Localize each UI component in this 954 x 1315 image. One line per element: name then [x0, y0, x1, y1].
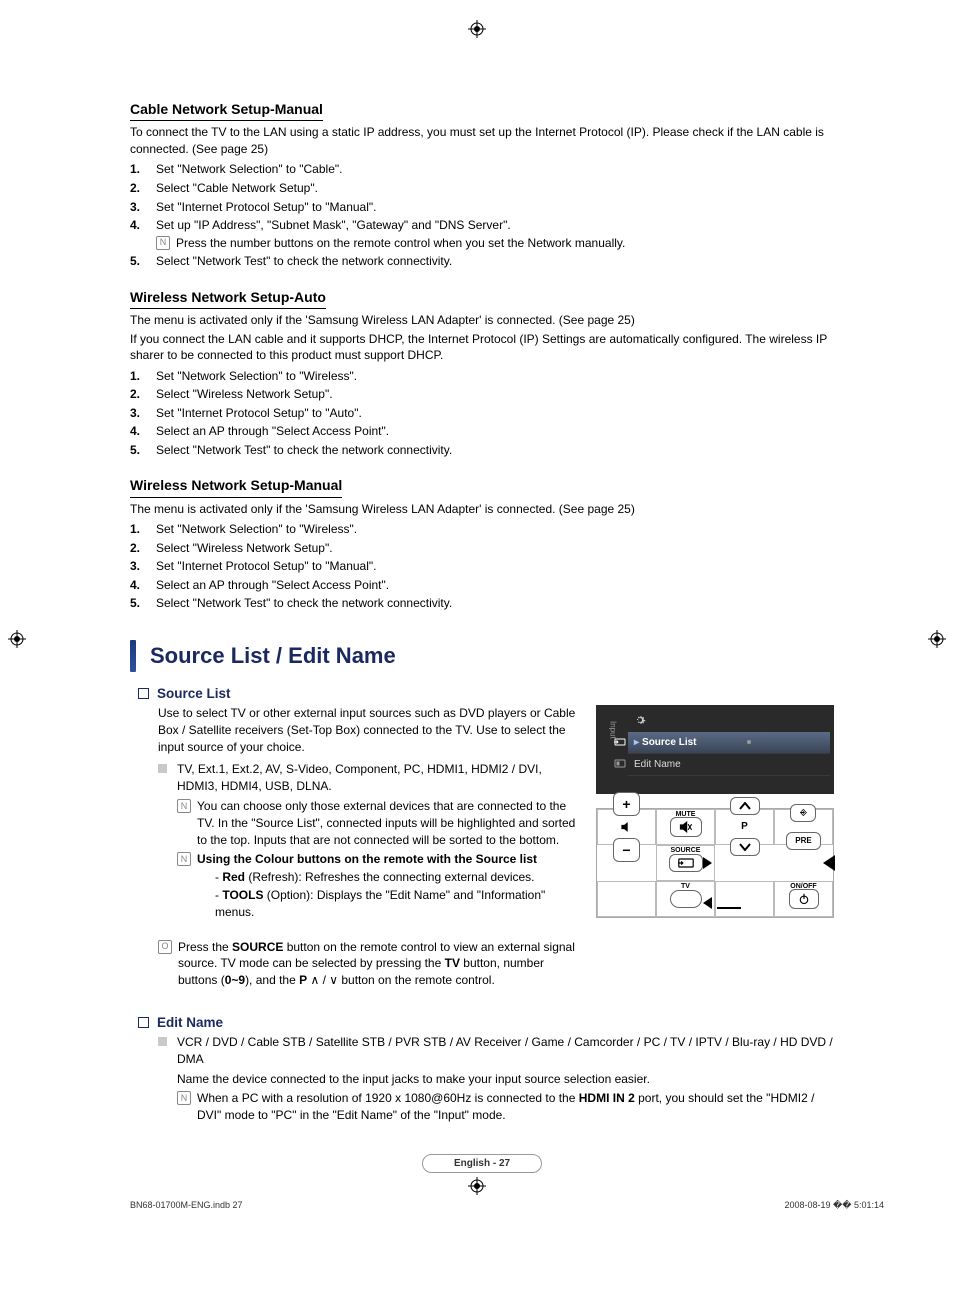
- volume-icon: [620, 822, 634, 832]
- osd-screenshot: Input ▸Source List Edit N: [596, 705, 834, 794]
- osd-row-source-list: Source List: [642, 737, 696, 748]
- section-title-cable-manual: Cable Network Setup-Manual: [130, 100, 323, 121]
- square-bullet-icon: [158, 764, 167, 773]
- section-title-wireless-auto: Wireless Network Setup-Auto: [130, 288, 326, 309]
- edit-name-note: When a PC with a resolution of 1920 x 10…: [197, 1090, 834, 1124]
- note-icon: N: [177, 852, 191, 866]
- remote-instruction: Press the SOURCE button on the remote co…: [178, 939, 578, 989]
- footer-timestamp: 2008-08-19 �� 5:01:14: [784, 1200, 884, 1211]
- arrow-left-icon: [703, 897, 712, 909]
- remote-icon: O: [158, 940, 172, 954]
- section-intro: If you connect the LAN cable and it supp…: [130, 331, 834, 364]
- p-label: P: [741, 821, 748, 832]
- mute-button: [670, 817, 702, 837]
- osd-row-edit-name: Edit Name: [634, 759, 681, 770]
- volume-up-button: +: [613, 792, 639, 816]
- section-title-wireless-manual: Wireless Network Setup-Manual: [130, 476, 342, 497]
- step-text: Select "Network Test" to check the netwo…: [156, 595, 834, 612]
- sub-heading-edit-name: Edit Name: [157, 1015, 223, 1030]
- note-icon: N: [177, 799, 191, 813]
- source-list-intro: Use to select TV or other external input…: [158, 705, 578, 755]
- step-text: Select "Wireless Network Setup".: [156, 386, 834, 403]
- channel-up-button: [730, 797, 760, 815]
- square-bullet-icon: [138, 1017, 149, 1028]
- input-icon: [614, 737, 626, 747]
- step-text: Set "Internet Protocol Setup" to "Manual…: [156, 199, 834, 216]
- edit-name-devices: VCR / DVD / Cable STB / Satellite STB / …: [177, 1035, 833, 1066]
- source-list-note1: You can choose only those external devic…: [197, 798, 578, 848]
- registration-mark-icon: [468, 20, 486, 38]
- registration-mark-icon: [928, 630, 946, 648]
- application-icon: [614, 759, 626, 769]
- note-icon: N: [156, 236, 170, 250]
- step-text: Set "Network Selection" to "Wireless".: [156, 368, 834, 385]
- arrow-left-icon: [823, 855, 835, 871]
- step-text: Set "Network Selection" to "Wireless".: [156, 521, 834, 538]
- source-list-items: TV, Ext.1, Ext.2, AV, S-Video, Component…: [177, 762, 542, 793]
- section-intro: The menu is activated only if the 'Samsu…: [130, 312, 834, 329]
- registration-mark-icon: [8, 630, 26, 648]
- step-text: Set "Internet Protocol Setup" to "Auto".: [156, 405, 834, 422]
- step-text: Set "Internet Protocol Setup" to "Manual…: [156, 558, 834, 575]
- step-subnote: Press the number buttons on the remote c…: [176, 235, 625, 252]
- steps-list: 1.Set "Network Selection" to "Wireless".…: [130, 368, 834, 459]
- heading-bar-icon: [130, 640, 136, 672]
- steps-list: 1.Set "Network Selection" to "Wireless".…: [130, 521, 834, 612]
- page-number-pill: English - 27: [422, 1154, 542, 1173]
- volume-down-button: −: [613, 838, 639, 862]
- major-heading: Source List / Edit Name: [150, 643, 396, 669]
- onoff-button: [789, 889, 819, 909]
- section-intro: The menu is activated only if the 'Samsu…: [130, 501, 834, 518]
- exit-button: ⎆: [790, 804, 816, 822]
- mute-label: MUTE: [676, 811, 696, 818]
- sub-heading-source-list: Source List: [157, 686, 231, 701]
- prev-ch-button: PRE: [786, 832, 820, 850]
- step-text: Select "Network Test" to check the netwo…: [156, 442, 834, 459]
- step-text: Select an AP through "Select Access Poin…: [156, 423, 834, 440]
- source-label: SOURCE: [671, 847, 701, 854]
- registration-mark-icon: [468, 1177, 486, 1195]
- section-intro: To connect the TV to the LAN using a sta…: [130, 124, 834, 157]
- tv-button: [670, 890, 702, 908]
- steps-list: 1.Set "Network Selection" to "Cable". 2.…: [130, 161, 834, 269]
- step-text: Select "Wireless Network Setup".: [156, 540, 834, 557]
- step-text: Select "Network Test" to check the netwo…: [156, 253, 834, 270]
- note-icon: N: [177, 1091, 191, 1105]
- tv-label: TV: [681, 883, 690, 890]
- edit-name-para: Name the device connected to the input j…: [177, 1071, 834, 1088]
- red-label: Red: [222, 870, 245, 884]
- footer-doc-id: BN68-01700M-ENG.indb 27: [130, 1200, 243, 1211]
- osd-side-label: Input: [609, 721, 618, 739]
- channel-down-button: [730, 838, 760, 856]
- step-text: Select "Cable Network Setup".: [156, 180, 834, 197]
- source-list-note2-title: Using the Colour buttons on the remote w…: [197, 852, 537, 866]
- square-bullet-icon: [138, 688, 149, 699]
- tools-label: TOOLS: [222, 888, 263, 902]
- onoff-label: ON/OFF: [790, 883, 816, 890]
- arrow-right-icon: [703, 857, 712, 869]
- square-bullet-icon: [158, 1037, 167, 1046]
- source-button: [669, 854, 703, 872]
- step-text: Set up "IP Address", "Subnet Mask", "Gat…: [156, 218, 511, 232]
- remote-control-diagram: + − MUTE P: [596, 808, 834, 918]
- red-desc: (Refresh): Refreshes the connecting exte…: [245, 870, 534, 884]
- step-text: Select an AP through "Select Access Poin…: [156, 577, 834, 594]
- step-text: Set "Network Selection" to "Cable".: [156, 161, 834, 178]
- tools-desc: (Option): Displays the "Edit Name" and "…: [215, 888, 545, 919]
- gear-icon: [634, 714, 646, 726]
